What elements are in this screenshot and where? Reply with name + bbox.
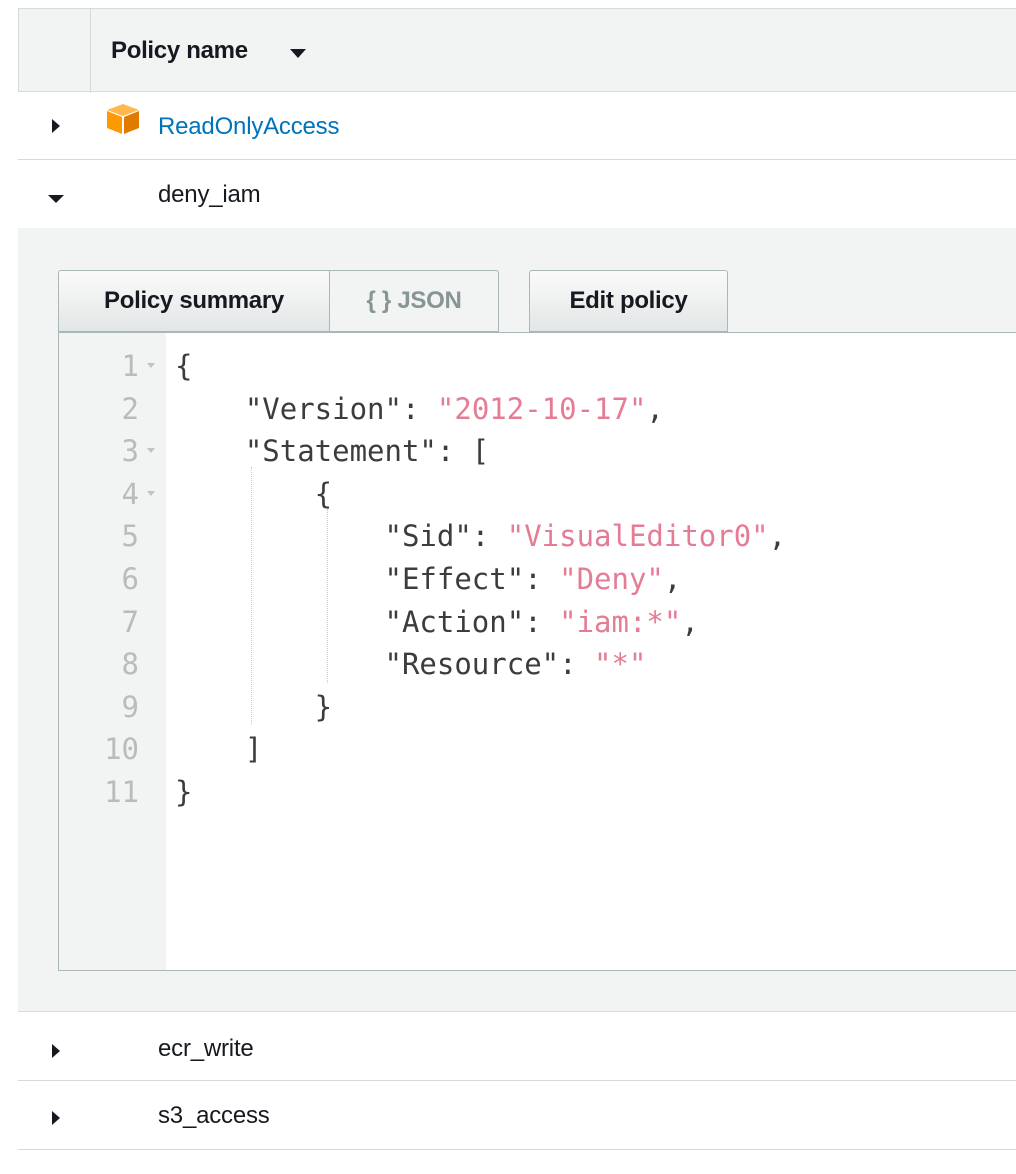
policy-name: s3_access [158,1102,270,1129]
string-token: "*" [594,647,647,682]
policy-row-deny-iam[interactable]: deny_iam [18,160,1016,229]
string-token: "iam:*" [559,604,682,639]
string-token: "Deny" [559,562,664,596]
code-token: , [646,391,664,426]
policy-summary-button[interactable]: Policy summary [58,270,330,332]
code-token: "Action": [175,604,560,639]
policy-name-column-header[interactable]: Policy name [111,37,248,65]
code-line: 4 { [59,473,1016,515]
policy-name: ecr_write [158,1035,254,1062]
code-text: "Action": "iam:*", [175,601,699,643]
fold-toggle-icon[interactable] [147,448,155,454]
code-token: } [175,775,193,809]
code-text: ] [175,728,262,770]
code-token: { [175,476,333,511]
code-text: "Statement": [ [175,430,489,472]
code-line: 7 "Action": "iam:*", [59,601,1016,643]
policy-row-readonlyaccess[interactable]: ReadOnlyAccess [18,92,1016,160]
code-line: 8 "Resource": "*" [59,643,1016,685]
string-token: "VisualEditor0" [506,519,769,554]
policy-row-ecr-write[interactable]: ecr_write [18,1012,1016,1081]
aws-cube-icon [107,104,139,134]
policy-name: deny_iam [158,181,261,208]
code-line: 9 } [59,686,1016,728]
code-line: 10 ] [59,728,1016,770]
line-number: 3 [121,434,139,469]
line-number: 6 [121,562,139,596]
string-token: "2012-10-17" [436,391,647,426]
code-text: "Version": "2012-10-17", [175,388,664,430]
code-line: 3 "Statement": [ [59,430,1016,472]
code-token: "Sid": [175,519,507,554]
policy-link[interactable]: ReadOnlyAccess [158,113,339,141]
line-number: 7 [121,604,139,639]
caret-right-icon[interactable] [52,119,60,133]
code-token: ] [175,732,263,767]
line-number: 10 [104,732,139,767]
code-token: "Effect": [175,562,560,596]
code-token: "Version": [175,391,437,426]
line-number: 4 [121,476,139,511]
code-line: 11} [59,771,1016,813]
code-line: 1{ [59,345,1016,387]
code-text: "Sid": "VisualEditor0", [175,515,787,557]
fold-toggle-icon[interactable] [147,363,155,368]
line-number: 8 [121,647,139,682]
caret-right-icon[interactable] [52,1044,60,1058]
code-token: , [681,604,699,639]
code-token: , [768,519,787,554]
code-text: "Resource": "*" [175,643,647,685]
line-number: 5 [121,519,139,554]
edit-policy-button[interactable]: Edit policy [529,270,728,332]
code-text: { [175,473,332,515]
code-text: "Effect": "Deny", [175,558,682,600]
code-text: } [175,771,192,813]
line-number: 9 [121,689,139,724]
code-text: } [175,686,332,728]
caret-down-icon[interactable] [48,195,64,203]
policy-row-s3-access[interactable]: s3_access [18,1081,1016,1150]
code-token: { [175,349,193,383]
code-text: { [175,345,192,387]
line-number: 2 [121,391,139,426]
code-token: , [663,562,682,596]
json-code-editor[interactable]: 1{2 "Version": "2012-10-17", 3 "Statement… [58,332,1016,971]
code-line: 5 "Sid": "VisualEditor0", [59,515,1016,557]
code-token: } [175,689,333,724]
code-line: 2 "Version": "2012-10-17", [59,388,1016,430]
fold-toggle-icon[interactable] [147,490,155,496]
line-number: 1 [121,349,139,383]
code-token: "Resource": [175,647,595,682]
json-tab-button[interactable]: { } JSON [329,270,499,332]
column-divider [90,9,91,93]
code-line: 6 "Effect": "Deny", [59,558,1016,600]
table-header: Policy name [18,8,1016,93]
caret-down-icon[interactable] [290,49,306,58]
code-token: "Statement": [ [175,434,490,469]
caret-right-icon[interactable] [52,1111,60,1125]
line-number: 11 [104,775,139,809]
